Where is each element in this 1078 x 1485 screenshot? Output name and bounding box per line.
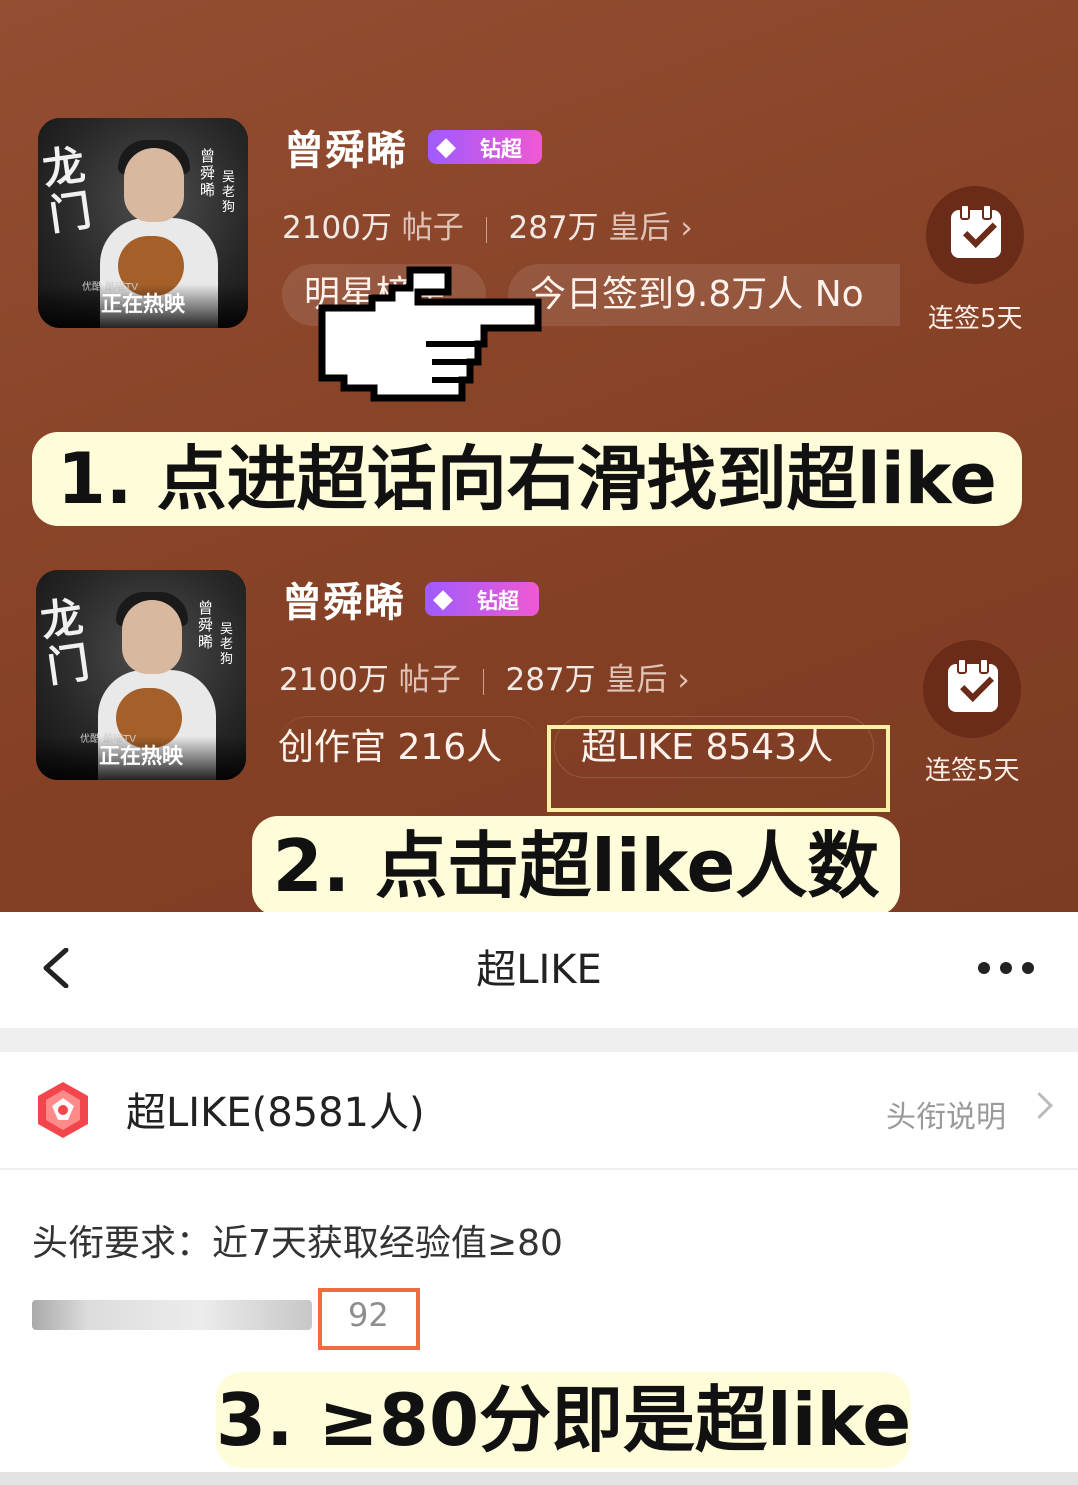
pointing-hand-icon [318,266,542,402]
pill-checkin-count[interactable]: 今日签到9.8万人 No [508,264,900,326]
fans-label[interactable]: 皇后 [606,662,668,698]
requirement-text: 头衔要求：近7天获取经验值≥80 [32,1223,563,1264]
step-1-caption: 1. 点进超话向右滑找到超like [32,432,1022,526]
diamond-icon: ◆ [436,132,456,162]
more-options-icon[interactable] [972,962,1042,976]
title-row: 超LIKE(8581人) 头衔说明 [0,1052,1078,1170]
blurred-experience-label [32,1300,312,1330]
posts-count: 2100万 [279,662,389,698]
chevron-right-icon[interactable] [1026,1092,1053,1119]
fans-count[interactable]: 287万 [508,210,598,246]
checkin-button[interactable] [926,186,1024,284]
posts-label: 帖子 [398,662,461,698]
poster-banner-text: 正在热映 [101,291,185,316]
fans-label[interactable]: 皇后 [609,210,671,246]
topic-name: 曾舜晞 [284,128,407,174]
step-3-caption: 3. ≥80分即是超like [216,1372,911,1468]
checkin-button[interactable] [923,640,1021,738]
poster-vertical-role: 吴老狗 [222,170,236,215]
chevron-right-icon[interactable]: › [680,210,692,246]
calendar-check-icon [948,658,998,712]
calendar-check-icon [951,204,1001,258]
diamond-icon: ◆ [433,584,453,614]
requirement-section: 头衔要求：近7天获取经验值≥80 92 [0,1170,1078,1374]
poster-figure-face [122,600,182,674]
checkin-streak: 连签5天 [928,304,1023,334]
topic-poster[interactable]: 龙门 曾舜晞 吴老狗 优酷 酷喵TV 正在热映 [36,570,246,780]
poster-vertical-role: 吴老狗 [220,622,234,667]
poster-vertical-name: 曾舜晞 [200,147,216,199]
checkin-streak: 连签5天 [925,756,1020,786]
poster-banner-text: 正在热映 [99,743,183,768]
bottom-divider [0,1472,1078,1485]
pill-creator-count[interactable]: 创作官 216人 [278,716,540,779]
page-title: 超LIKE [476,947,602,993]
title-explanation-link[interactable]: 头衔说明 [886,1092,1006,1136]
vip-badge: ◆ 钻超 [428,130,542,164]
chevron-right-icon[interactable]: › [677,662,689,698]
super-like-badge-icon [38,1082,88,1138]
posts-label: 帖子 [401,210,464,246]
stats-divider [485,216,487,243]
topic-poster[interactable]: 龙门 曾舜晞 吴老狗 优酷 酷喵TV 正在热映 [38,118,248,328]
vip-badge-label: 钻超 [477,589,519,613]
vip-badge-label: 钻超 [480,137,522,161]
navigation-bar: 超LIKE [0,912,1078,1028]
section-divider [0,1028,1078,1052]
posts-count: 2100万 [282,210,392,246]
topic-stats: 2100万 帖子 287万 皇后 › [282,202,693,247]
vip-badge: ◆ 钻超 [425,582,539,616]
super-like-highlight-box [547,725,890,812]
super-like-count-title: 超LIKE(8581人) [126,1090,425,1136]
poster-figure-face [124,148,184,222]
topic-stats: 2100万 帖子 287万 皇后 › [279,654,690,699]
step-2-caption: 2. 点击超like人数 [252,816,900,916]
super-topic-header-area: 龙门 曾舜晞 吴老狗 优酷 酷喵TV 正在热映 曾舜晞 ◆ 钻超 2100万 帖… [0,0,1078,912]
fans-count[interactable]: 287万 [505,662,595,698]
stats-divider [482,668,484,695]
poster-vertical-name: 曾舜晞 [198,599,214,651]
score-highlight-box [318,1288,420,1350]
topic-name: 曾舜晞 [282,580,405,626]
